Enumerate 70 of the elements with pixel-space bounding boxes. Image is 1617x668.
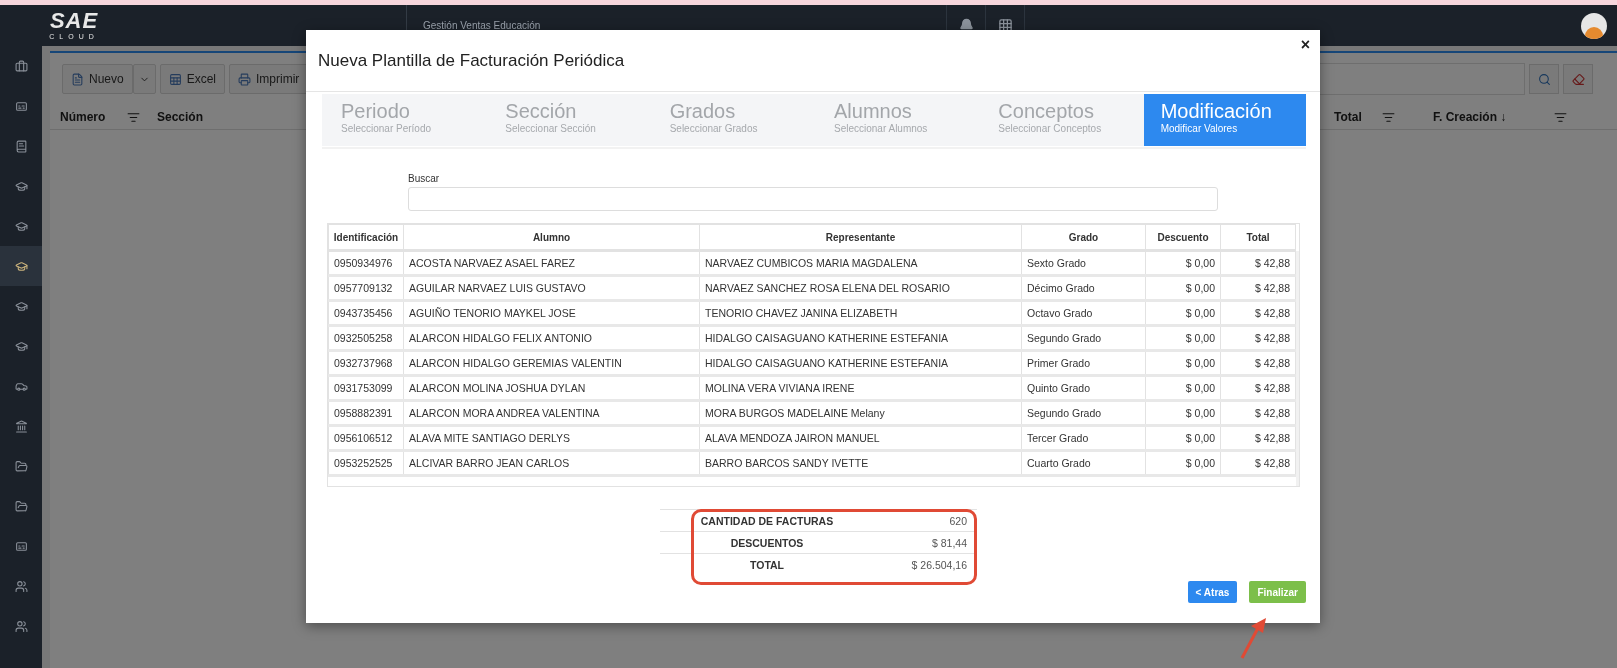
- table-cell: MORA BURGOS MADELAINE Melany: [699, 400, 1022, 426]
- table-cell: BARRO BARCOS SANDY IVETTE: [699, 450, 1022, 476]
- column-header[interactable]: Número: [60, 109, 106, 124]
- table-cell: Octavo Grado: [1021, 300, 1146, 326]
- table-cell: Sexto Grado: [1021, 250, 1146, 276]
- table-cell: 0931753099: [328, 375, 404, 401]
- wizard-step[interactable]: Alumnos Seleccionar Alumnos: [815, 94, 980, 146]
- table-cell: 0958882391: [328, 400, 404, 426]
- wizard-step[interactable]: Modificación Modificar Valores: [1143, 94, 1306, 146]
- modal-title: Nueva Plantilla de Facturación Periódica: [318, 50, 625, 71]
- back-button[interactable]: < Atras: [1187, 581, 1238, 603]
- table-cell: ACOSTA NARVAEZ ASAEL FAREZ: [403, 250, 700, 276]
- table-cell: $ 0,00: [1145, 450, 1221, 476]
- table-cell: ALARCON MOLINA JOSHUA DYLAN: [403, 375, 700, 401]
- table-cell: 0957709132: [328, 275, 404, 301]
- search-label: Buscar: [408, 173, 441, 184]
- table-cell: ALCIVAR BARRO JEAN CARLOS: [403, 450, 700, 476]
- table-cell: Décimo Grado: [1021, 275, 1146, 301]
- table-cell: HIDALGO CAISAGUANO KATHERINE ESTEFANIA: [699, 325, 1022, 351]
- table-cell: ALARCON MORA ANDREA VALENTINA: [403, 400, 700, 426]
- table-cell: NARVAEZ SANCHEZ ROSA ELENA DEL ROSARIO: [699, 275, 1022, 301]
- column-header: Descuento: [1145, 224, 1221, 251]
- table-cell: ALARCON HIDALGO GEREMIAS VALENTIN: [403, 350, 700, 376]
- column-header: Alumno: [403, 224, 700, 251]
- wizard-step[interactable]: Conceptos Seleccionar Conceptos: [979, 94, 1144, 146]
- wizard-step[interactable]: Grados Seleccionar Grados: [650, 94, 815, 146]
- table-cell: $ 0,00: [1145, 425, 1221, 451]
- table-cell: 0956106512: [328, 425, 404, 451]
- table-cell: Segundo Grado: [1021, 400, 1146, 426]
- table-cell: AGUILAR NARVAEZ LUIS GUSTAVO: [403, 275, 700, 301]
- table-cell: $ 0,00: [1145, 400, 1221, 426]
- table-cell: Quinto Grado: [1021, 375, 1146, 401]
- table-cell: $ 0,00: [1145, 300, 1221, 326]
- table-cell: 0932737968: [328, 350, 404, 376]
- table-cell: MOLINA VERA VIVIANA IRENE: [699, 375, 1022, 401]
- table-cell: Cuarto Grado: [1021, 450, 1146, 476]
- print-button[interactable]: Imprimir: [229, 64, 309, 94]
- column-header: Identificación: [328, 224, 404, 251]
- finish-button[interactable]: Finalizar: [1249, 581, 1306, 603]
- column-header: Representante: [699, 224, 1022, 251]
- table-cell: 0953252525: [328, 450, 404, 476]
- table-cell: $ 0,00: [1145, 325, 1221, 351]
- table-cell: Primer Grado: [1021, 350, 1146, 376]
- excel-button[interactable]: Excel: [159, 64, 226, 94]
- column-header: Total: [1220, 224, 1296, 251]
- table-cell: $ 0,00: [1145, 275, 1221, 301]
- table-cell: ALAVA MENDOZA JAIRON MANUEL: [699, 425, 1022, 451]
- table-cell: 0950934976: [328, 250, 404, 276]
- table-cell: 0943735456: [328, 300, 404, 326]
- column-header[interactable]: Sección: [157, 110, 204, 124]
- table-cell: Segundo Grado: [1021, 325, 1146, 351]
- new-button[interactable]: Nuevo: [62, 64, 133, 94]
- table-cell: $ 0,00: [1145, 250, 1221, 276]
- table-cell: ALARCON HIDALGO FELIX ANTONIO: [403, 325, 700, 351]
- wizard-step[interactable]: Periodo Seleccionar Período: [322, 94, 487, 146]
- table-cell: Tercer Grado: [1021, 425, 1146, 451]
- close-button[interactable]: ×: [1300, 36, 1310, 54]
- table-cell: TENORIO CHAVEZ JANINA ELIZABETH: [699, 300, 1022, 326]
- table-cell: NARVAEZ CUMBICOS MARIA MAGDALENA: [699, 250, 1022, 276]
- table-cell: HIDALGO CAISAGUANO KATHERINE ESTEFANIA: [699, 350, 1022, 376]
- table-cell: ALAVA MITE SANTIAGO DERLYS: [403, 425, 700, 451]
- column-header[interactable]: Total: [1334, 109, 1362, 124]
- table-cell: $ 0,00: [1145, 375, 1221, 401]
- column-header[interactable]: F. Creación ↓: [1433, 109, 1507, 124]
- table-cell: 0932505258: [328, 325, 404, 351]
- table-cell: $ 0,00: [1145, 350, 1221, 376]
- column-header: Grado: [1021, 224, 1146, 251]
- module-name: Gestión Ventas Educación: [423, 20, 541, 31]
- wizard-step[interactable]: Sección Seleccionar Sección: [486, 94, 651, 146]
- table-cell: AGUIÑO TENORIO MAYKEL JOSE: [403, 300, 700, 326]
